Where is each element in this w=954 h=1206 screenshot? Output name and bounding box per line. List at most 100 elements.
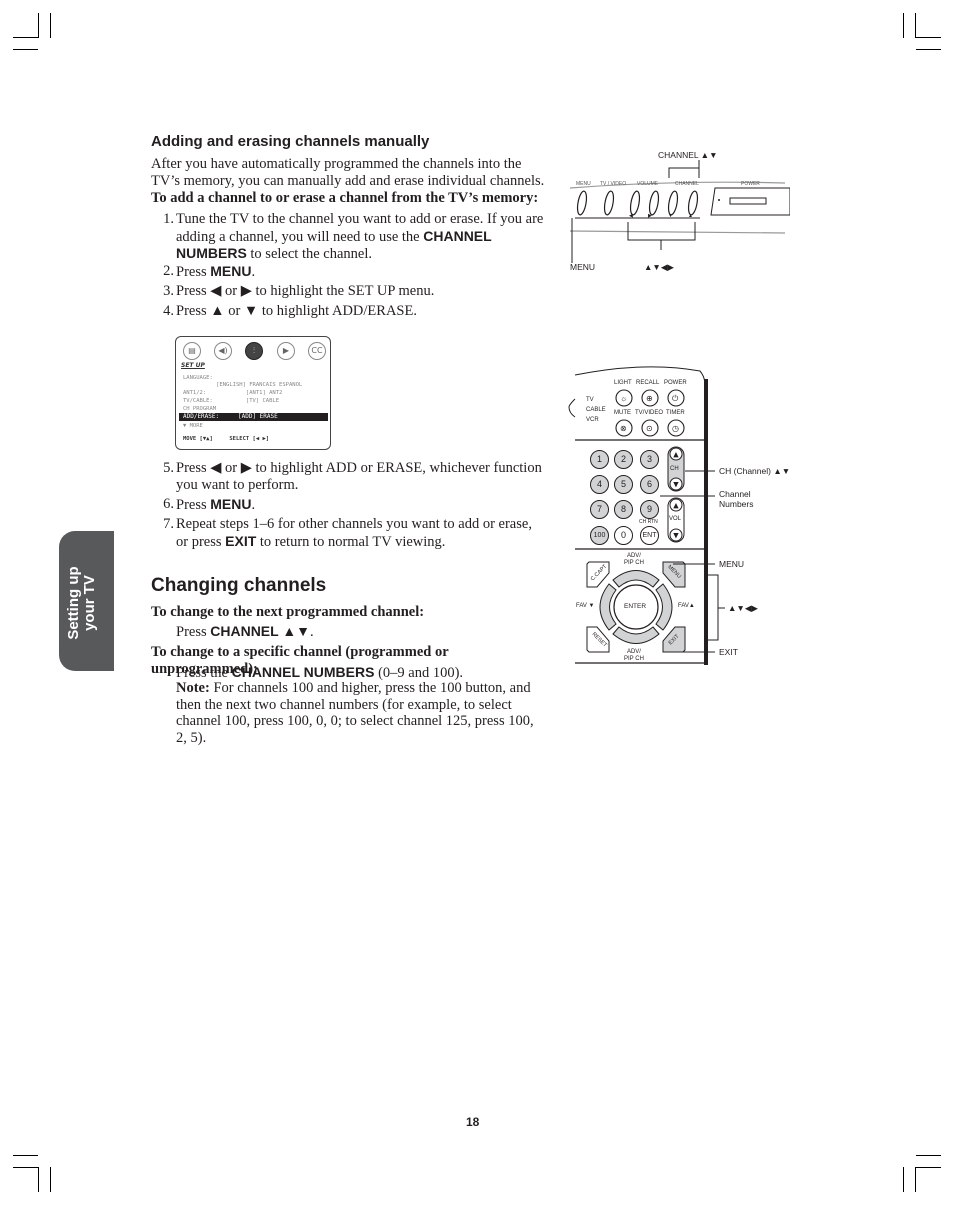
callout-exit: EXIT bbox=[719, 647, 738, 657]
up-arrow-icon: ▲ bbox=[673, 502, 679, 510]
callout-channel-numbers: Channel Numbers bbox=[719, 489, 754, 509]
number-button-4[interactable]: 4 bbox=[590, 475, 609, 494]
label-ch: CH bbox=[670, 466, 679, 472]
step-text-post: to return to normal TV viewing. bbox=[256, 533, 446, 550]
add-erase-label: ADD/ERASE: bbox=[183, 413, 220, 420]
down-arrow-icon: ▼ bbox=[673, 532, 679, 540]
setup-icon: ⫶ bbox=[245, 342, 263, 360]
power-icon: ⏻ bbox=[672, 394, 679, 403]
sub-heading-next-channel: To change to the next programmed channel… bbox=[151, 604, 425, 620]
crop-mark bbox=[13, 37, 39, 38]
keyword-menu: MENU bbox=[210, 496, 252, 512]
number-button-100[interactable]: 100 bbox=[590, 526, 609, 545]
audio-icon: ◀) bbox=[214, 342, 232, 360]
crop-mark bbox=[50, 1167, 51, 1192]
label-ch-rtn: CH RTN bbox=[639, 519, 658, 525]
number-button-7[interactable]: 7 bbox=[590, 500, 609, 519]
keyword-channel: CHANNEL ▲▼ bbox=[210, 623, 311, 639]
crop-mark bbox=[38, 13, 39, 38]
keyword-exit: EXIT bbox=[225, 532, 257, 549]
number-button-5[interactable]: 5 bbox=[614, 475, 633, 494]
mute-icon: ⊗ bbox=[620, 424, 627, 433]
label-adv-pip-top: ADV/ PIP CH bbox=[624, 553, 644, 566]
crop-mark bbox=[13, 1155, 38, 1156]
side-tab-line-1: Setting up bbox=[65, 566, 82, 640]
number-button-8[interactable]: 8 bbox=[614, 500, 633, 519]
label-recall: RECALL bbox=[636, 380, 660, 386]
menu-row: CH PROGRAM bbox=[183, 406, 217, 412]
keyword-menu: MENU bbox=[210, 263, 252, 279]
step-text-post: . bbox=[251, 264, 256, 280]
instruction-pre: Press bbox=[176, 624, 211, 640]
label-timer: TIMER bbox=[666, 410, 685, 416]
number-button-1[interactable]: 1 bbox=[590, 450, 609, 469]
number-button-9[interactable]: 9 bbox=[640, 500, 659, 519]
step-number: 7. bbox=[163, 516, 174, 532]
picture-icon: ▤ bbox=[183, 342, 201, 360]
keyword-channel-numbers: CHANNEL NUMBERS bbox=[231, 664, 375, 680]
step-text-post: to select the channel. bbox=[246, 246, 372, 262]
label-power: POWER bbox=[664, 380, 687, 386]
step-1: 1. Tune the TV to the channel you want t… bbox=[158, 211, 548, 262]
step-text: Press ◀ or ▶ to highlight ADD or ERASE, … bbox=[176, 460, 542, 493]
step-text: Press MENU. bbox=[176, 263, 546, 281]
left-arrow-mark: ◀ bbox=[629, 213, 633, 219]
step-7: 7. Repeat steps 1–6 for other channels y… bbox=[158, 516, 548, 550]
crop-mark bbox=[13, 49, 38, 50]
step-number: 5. bbox=[163, 460, 174, 476]
label-light: LIGHT bbox=[614, 380, 632, 386]
volume-up-button bbox=[648, 190, 660, 216]
number-button-0[interactable]: 0 bbox=[614, 526, 633, 545]
crop-mark bbox=[915, 37, 941, 38]
crop-mark bbox=[915, 13, 916, 38]
panel-bottom-edge bbox=[569, 230, 786, 234]
power-indicator bbox=[718, 199, 720, 201]
label-enter: ENTER bbox=[624, 603, 647, 610]
instruction-post: . bbox=[310, 624, 314, 640]
menu-row: TV/CABLE: [TV] CABLE bbox=[183, 398, 280, 404]
crop-mark bbox=[915, 1167, 941, 1168]
power-button bbox=[729, 197, 767, 205]
setup-menu-screen: ▤ ◀) ⫶ ▶ CC SET UP LANGUAGE: [ENGLISH] F… bbox=[175, 336, 331, 450]
menu-row: ANT1/2: [ANT1] ANT2 bbox=[183, 390, 283, 396]
label-mute: MUTE bbox=[614, 410, 631, 416]
callout-menu: MENU bbox=[570, 262, 596, 272]
side-tab-line-2: your TV bbox=[81, 575, 98, 631]
menu-row-highlighted: ADD/ERASE: [ADD] ERASE bbox=[179, 413, 328, 421]
ent-button[interactable]: ENT bbox=[640, 526, 659, 545]
section-heading-adding-erasing: Adding and erasing channels manually bbox=[151, 133, 430, 150]
panel-label-channel: CHANNEL bbox=[675, 181, 699, 187]
step-text: Repeat steps 1–6 for other channels you … bbox=[176, 516, 546, 550]
step-number: 3. bbox=[163, 283, 174, 299]
menu-more: ▼ MORE bbox=[183, 423, 203, 429]
section-side-tab: Setting up your TV bbox=[59, 531, 114, 671]
label-fav-down: FAV ▼ bbox=[576, 603, 595, 609]
mode-vcr: VCR bbox=[586, 417, 599, 423]
panel-label-power: POWER bbox=[741, 181, 760, 187]
mode-cable: CABLE bbox=[586, 407, 606, 413]
tv-video-button bbox=[603, 190, 615, 216]
right-arrow-mark: ▶ bbox=[648, 213, 652, 219]
crop-mark bbox=[13, 1167, 39, 1168]
procedure-heading: To add a channel to or erase a channel f… bbox=[151, 190, 539, 206]
step-number: 2. bbox=[163, 263, 174, 279]
video-icon: ▶ bbox=[277, 342, 295, 360]
panel-label-tv-video: TV / VIDEO bbox=[600, 181, 627, 187]
crop-mark bbox=[916, 1155, 941, 1156]
step-text: Press ▲ or ▼ to highlight ADD/ERASE. bbox=[176, 303, 417, 319]
number-button-6[interactable]: 6 bbox=[640, 475, 659, 494]
channel-down-button bbox=[667, 190, 679, 216]
recall-icon: ⊕ bbox=[646, 394, 653, 403]
page-number: 18 bbox=[466, 1115, 480, 1129]
callout-bracket bbox=[668, 167, 700, 178]
label-adv-pip-bottom: ADV/ PIP CH bbox=[624, 649, 644, 662]
label-vol: VOL bbox=[669, 516, 682, 522]
crop-mark bbox=[903, 13, 904, 38]
step-text-post: . bbox=[251, 497, 256, 513]
mode-selector bbox=[568, 398, 576, 418]
down-arrow-icon: ▼ bbox=[673, 481, 679, 489]
number-button-3[interactable]: 3 bbox=[640, 450, 659, 469]
step-number: 1. bbox=[163, 211, 174, 227]
number-button-2[interactable]: 2 bbox=[614, 450, 633, 469]
callout-arrows: ▲▼◀▶ bbox=[644, 262, 674, 272]
